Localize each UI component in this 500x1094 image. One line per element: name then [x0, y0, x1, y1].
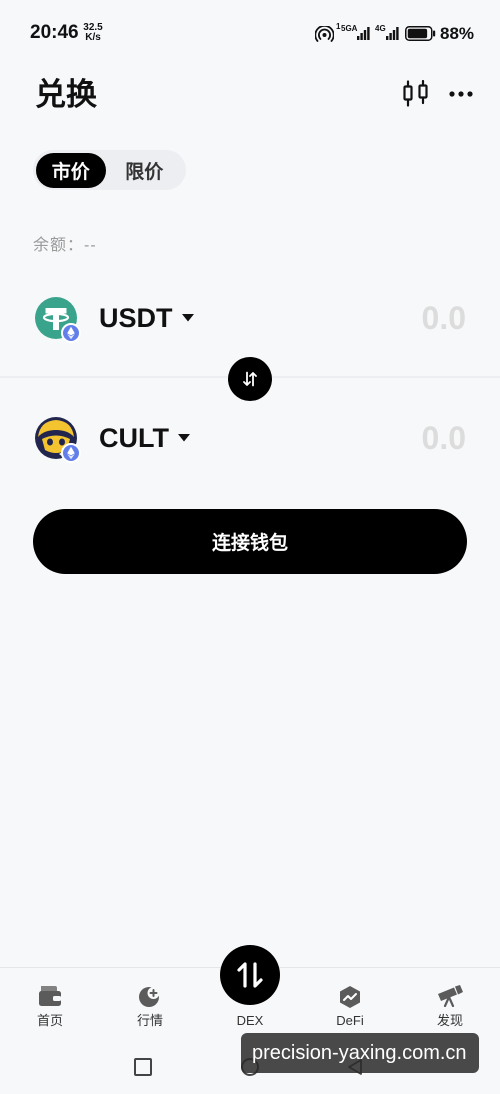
nav-item-dex[interactable]: DEX [200, 945, 300, 1035]
from-token-symbol: USDT [99, 303, 173, 333]
from-token-row: USDT [35, 293, 466, 343]
network-speed-unit: K/s [85, 32, 101, 43]
chart-button[interactable] [403, 80, 428, 107]
from-token-selector[interactable]: USDT [35, 297, 194, 343]
to-amount-input[interactable] [246, 413, 466, 463]
telescope-icon [438, 985, 463, 1007]
status-time: 20:46 [30, 22, 79, 43]
hotspot-icon [315, 26, 334, 42]
market-icon [139, 987, 160, 1007]
tab-market-order[interactable]: 市价 [36, 152, 106, 188]
from-token-logo [35, 297, 81, 343]
balance-value: -- [84, 237, 97, 254]
caret-down-icon [181, 314, 194, 322]
nav-label-discover: 发现 [436, 1013, 463, 1028]
defi-icon [340, 986, 360, 1008]
sim1-network-type: 5GA [341, 24, 358, 33]
sim1-index: 1 [336, 22, 341, 31]
nav-item-defi[interactable]: DeFi [300, 945, 400, 1035]
wallet-icon [39, 986, 61, 1006]
recent-apps-icon[interactable] [134, 1058, 152, 1076]
network-speed: 32.5 K/s [81, 23, 105, 43]
caret-down-icon [177, 434, 190, 442]
battery-percent: 88% [440, 24, 475, 43]
nav-item-home[interactable]: 首页 [0, 945, 100, 1035]
connect-wallet-button[interactable]: 连接钱包 [33, 509, 467, 574]
nav-label-dex: DEX [236, 1013, 264, 1028]
page-title: 兑换 [35, 77, 97, 112]
tab-limit-order[interactable]: 限价 [106, 153, 183, 188]
nav-item-market[interactable]: 行情 [100, 945, 200, 1035]
order-type-tabs: 市价 限价 [33, 150, 186, 190]
battery-icon [405, 26, 436, 41]
signal-bars-icon [386, 27, 399, 40]
candlestick-chart-icon [403, 80, 428, 107]
to-token-row: CULT [35, 413, 466, 463]
nav-label-market: 行情 [136, 1013, 163, 1028]
ethereum-icon [61, 323, 81, 343]
to-token-logo [35, 417, 81, 463]
balance-display: 余额：-- [33, 236, 97, 256]
nav-label-defi: DeFi [336, 1013, 364, 1028]
signal-bars-icon [357, 27, 370, 40]
ethereum-icon [61, 443, 81, 463]
to-token-symbol: CULT [99, 423, 169, 453]
to-token-selector[interactable]: CULT [35, 417, 190, 463]
dex-fab-button[interactable] [220, 945, 280, 1005]
more-icon [449, 91, 473, 97]
nav-label-home: 首页 [36, 1013, 63, 1028]
bottom-nav: 首页 行情 DEX DeFi 发现 [0, 945, 500, 1035]
from-amount-input[interactable] [246, 293, 466, 343]
more-button[interactable] [448, 90, 474, 98]
balance-label: 余额： [33, 237, 85, 254]
swap-direction-icon [243, 371, 257, 387]
nav-item-discover[interactable]: 发现 [400, 945, 500, 1035]
swap-arrows-icon [237, 962, 263, 988]
sim2-network-type: 4G [375, 24, 386, 33]
swap-screen: 20:46 32.5 K/s 1 5GA 4G 88% 兑换 市价 限价 余额：… [0, 0, 500, 1094]
watermark: precision-yaxing.com.cn [241, 1033, 479, 1073]
switch-tokens-button[interactable] [228, 357, 272, 401]
